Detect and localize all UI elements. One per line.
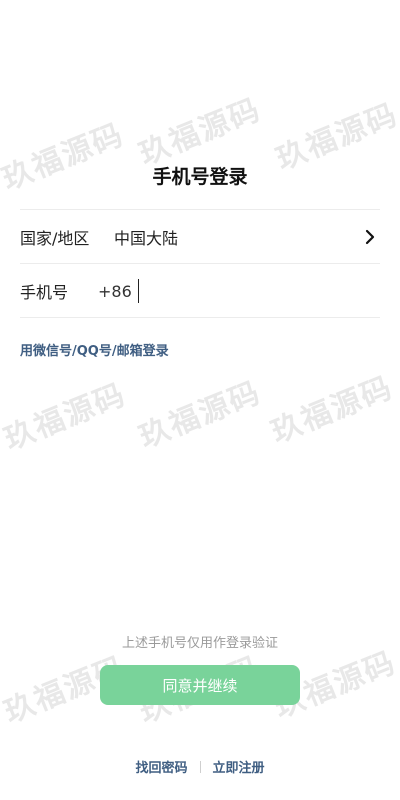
page-title: 手机号登录	[152, 166, 248, 188]
watermark: 玖福源码	[134, 92, 267, 173]
phone-input[interactable]	[138, 279, 380, 303]
region-value: 中国大陆	[114, 229, 179, 248]
watermark: 玖福源码	[134, 375, 267, 456]
chevron-right-icon	[360, 227, 380, 247]
login-screen: 玖福源码 玖福源码 玖福源码 玖福源码 玖福源码 玖福源码 玖福源码 玖福源码 …	[0, 0, 400, 800]
phone-label: 手机号	[20, 283, 69, 302]
continue-button[interactable]: 同意并继续	[100, 665, 300, 705]
register-link[interactable]: 立即注册	[213, 757, 265, 776]
recover-password-link[interactable]: 找回密码	[135, 757, 187, 776]
footer-separator	[199, 760, 201, 773]
divider	[20, 317, 380, 318]
region-label: 国家/地区	[20, 229, 90, 248]
region-selector[interactable]: 国家/地区 中国大陆	[20, 210, 380, 264]
footer-links: 找回密码 立即注册	[0, 757, 400, 776]
phone-row: 手机号 +86	[20, 264, 380, 318]
watermark: 玖福源码	[0, 377, 132, 458]
watermark: 玖福源码	[266, 370, 399, 451]
disclaimer-text: 上述手机号仅用作登录验证	[121, 636, 278, 651]
country-code[interactable]: +86	[98, 282, 138, 301]
alt-login-link[interactable]: 用微信号/QQ号/邮箱登录	[20, 340, 169, 359]
